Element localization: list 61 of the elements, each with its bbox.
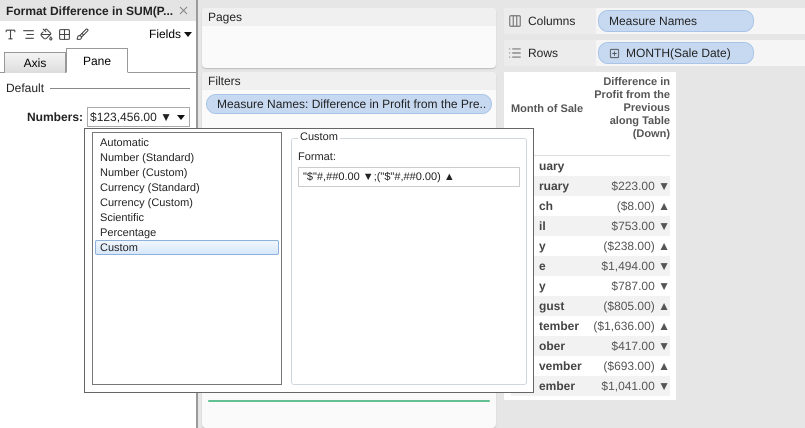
table-cell: uary <box>539 159 564 173</box>
expand-icon[interactable] <box>609 48 620 58</box>
table-cell: il <box>539 219 546 233</box>
list-item[interactable]: Currency (Standard) <box>95 180 279 195</box>
table-cell: ($805.00) ▲ <box>603 299 670 313</box>
shelf-label: Columns <box>528 14 576 28</box>
tab[interactable]: Axis <box>4 52 66 73</box>
table-cell: ch <box>539 199 554 213</box>
format-label: Format: <box>298 151 337 163</box>
table-cell: $417.00 ▼ <box>611 339 670 353</box>
column-header: Difference in Profit from the Previous along Table (Down) <box>594 76 670 141</box>
numbers-label: Numbers: <box>27 110 84 124</box>
group-title: Custom <box>298 131 340 143</box>
caret-icon <box>177 114 186 120</box>
table-cell: gust <box>539 299 564 313</box>
list-item[interactable]: Number (Custom) <box>95 165 279 180</box>
table-cell: ober <box>539 339 566 353</box>
fields-button[interactable]: Fields <box>148 27 192 41</box>
list-item[interactable]: Number (Standard) <box>95 150 279 165</box>
table-cell: $787.00 ▼ <box>611 279 670 293</box>
section-title: Default <box>6 81 44 95</box>
list-item[interactable]: Percentage <box>95 225 279 240</box>
field-pill[interactable]: MONTH(Sale Date) <box>598 42 754 64</box>
tab[interactable]: Pane <box>66 48 128 73</box>
rows-icon <box>508 46 522 60</box>
panel-title: Format Difference in SUM(P... <box>6 4 174 18</box>
font-icon[interactable] <box>4 28 17 40</box>
list-item[interactable]: Automatic <box>95 135 279 150</box>
table-cell: ember <box>539 379 576 393</box>
table-cell: ($8.00) ▲ <box>616 199 670 213</box>
alignment-icon[interactable] <box>22 28 35 40</box>
table-cell: e <box>539 259 546 273</box>
columns-icon <box>508 14 522 28</box>
table-cell: $753.00 ▼ <box>611 219 670 233</box>
list-item[interactable]: Scientific <box>95 210 279 225</box>
table-cell: ($238.00) ▲ <box>603 239 670 253</box>
shelf-label: Rows <box>528 46 558 60</box>
table-cell: vember <box>539 359 582 373</box>
brush-icon[interactable] <box>76 28 89 40</box>
table-cell: y <box>539 279 546 293</box>
close-icon[interactable] <box>177 4 190 17</box>
field-pill[interactable]: Measure Names <box>598 10 754 32</box>
table-cell: $1,494.00 ▼ <box>601 259 670 273</box>
numbers-dropdown[interactable]: $123,456.00 ▼ <box>87 107 190 127</box>
table-cell: ($693.00) ▲ <box>603 359 670 373</box>
shading-icon[interactable] <box>40 28 53 40</box>
pages-title: Pages <box>202 8 496 26</box>
list-item[interactable]: Custom <box>95 240 279 255</box>
table-cell: ruary <box>539 179 570 193</box>
table-cell: y <box>539 239 546 253</box>
list-item[interactable]: Currency (Custom) <box>95 195 279 210</box>
table-cell: $1,041.00 ▼ <box>601 379 670 393</box>
format-field[interactable]: "$"#,##0.00 ▼;("$"#,##0.00) ▲ <box>298 167 520 187</box>
table-cell: tember <box>539 319 580 333</box>
column-header: Month of Sale <box>511 103 584 115</box>
table-cell: ($1,636.00) ▲ <box>593 319 670 333</box>
filter-pill[interactable]: Measure Names: Difference in Profit from the Pre.. <box>206 94 492 114</box>
caret-icon <box>184 32 192 36</box>
table-cell: $223.00 ▼ <box>611 179 670 193</box>
borders-icon[interactable] <box>58 28 71 40</box>
filters-title: Filters <box>202 72 496 90</box>
